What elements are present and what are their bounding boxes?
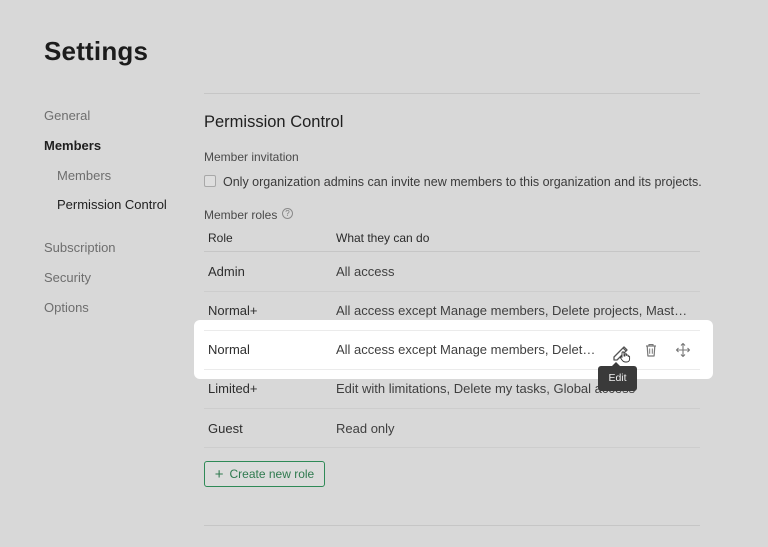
invite-restriction-checkbox[interactable]	[204, 175, 216, 187]
plus-icon: +	[214, 465, 224, 483]
create-new-role-label: Create new role	[229, 467, 315, 481]
create-new-role-button[interactable]: + Create new role	[204, 461, 325, 487]
column-header-permissions: What they can do	[336, 231, 430, 245]
role-description: All access except Manage members, Delete…	[336, 303, 691, 318]
section-title: Permission Control	[204, 113, 344, 131]
row-divider	[204, 291, 700, 292]
question-circle-icon[interactable]: ?	[282, 208, 293, 219]
role-description: All access	[336, 264, 395, 279]
sidebar-subitem-permission-control[interactable]: Permission Control	[57, 197, 167, 212]
edit-tooltip: Edit	[598, 362, 637, 391]
role-name: Normal	[208, 342, 250, 357]
sidebar-subitem-members[interactable]: Members	[57, 168, 111, 183]
role-name: Limited+	[208, 381, 258, 396]
row-divider	[204, 447, 700, 448]
sidebar-item-security[interactable]: Security	[44, 270, 91, 285]
bottom-divider	[204, 525, 700, 526]
trash-icon[interactable]	[643, 342, 659, 358]
role-description: Read only	[336, 421, 395, 436]
member-roles-label: Member roles	[204, 208, 278, 222]
role-description: All access except Manage members, Delete…	[336, 342, 598, 357]
settings-sidebar: General Members Members Permission Contr…	[0, 0, 190, 547]
top-divider	[204, 93, 700, 94]
pencil-icon[interactable]	[611, 341, 633, 363]
invite-restriction-label[interactable]: Only organization admins can invite new …	[223, 175, 702, 189]
column-header-role: Role	[208, 231, 233, 245]
role-description: Edit with limitations, Delete my tasks, …	[336, 381, 636, 396]
row-divider	[204, 330, 700, 331]
member-invitation-label: Member invitation	[204, 150, 299, 164]
role-name: Guest	[208, 421, 243, 436]
sidebar-item-general[interactable]: General	[44, 108, 90, 123]
role-name: Normal+	[208, 303, 258, 318]
sidebar-item-members[interactable]: Members	[44, 138, 101, 153]
role-name: Admin	[208, 264, 245, 279]
table-header-divider	[204, 251, 700, 252]
sidebar-item-options[interactable]: Options	[44, 300, 89, 315]
row-divider	[204, 408, 700, 409]
sidebar-item-subscription[interactable]: Subscription	[44, 240, 116, 255]
move-arrows-icon[interactable]	[675, 342, 691, 358]
